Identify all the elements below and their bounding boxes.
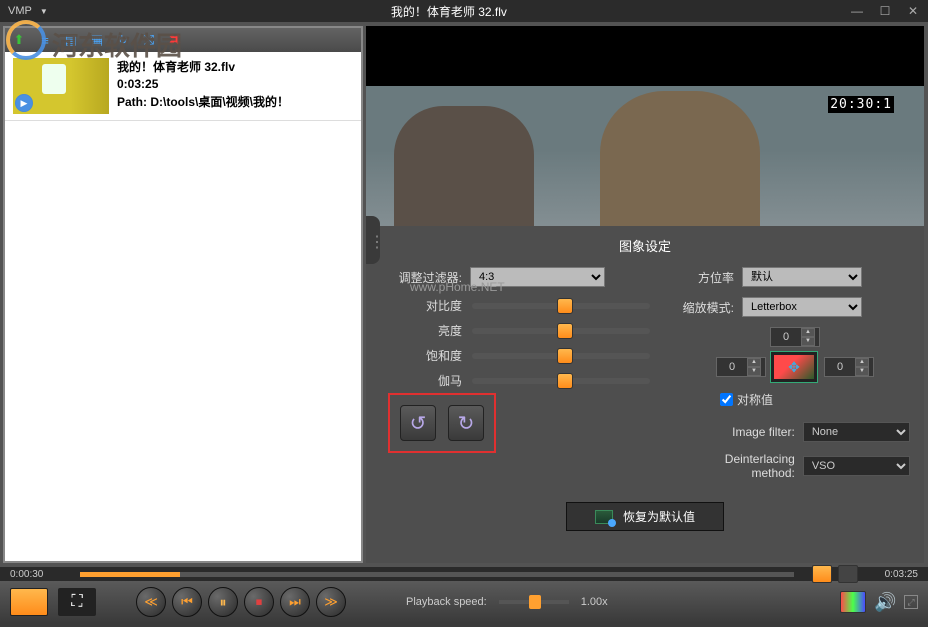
panel-grip[interactable] bbox=[366, 216, 380, 264]
pause-button[interactable]: ⏸ bbox=[208, 587, 238, 617]
item-duration: 0:03:25 bbox=[117, 77, 289, 91]
video-area[interactable]: 20:30:1 bbox=[366, 26, 924, 246]
symmetric-label: 对称值 bbox=[737, 391, 773, 408]
playlist-panel: ⬆ ≡ ▤ ▦ ↻ ⤭ ✖ ▶ 我的！体育老师 32.flv 0:03:25 P… bbox=[3, 26, 363, 563]
restore-defaults-button[interactable]: 恢复为默认值 bbox=[566, 502, 724, 531]
app-menu-arrow[interactable]: ▼ bbox=[40, 7, 48, 16]
gamma-label: 伽马 bbox=[380, 372, 462, 389]
aspect-label: 方位率 bbox=[680, 269, 734, 286]
restore-icon bbox=[595, 510, 613, 524]
symmetric-checkbox[interactable] bbox=[720, 393, 733, 406]
item-path: Path: D:\tools\桌面\视频\我的！ bbox=[117, 93, 289, 110]
video-panel: 20:30:1 图象设定 调整过滤器: 4:3 对比度 亮度 bbox=[366, 26, 924, 563]
crop-right-spinner[interactable]: ▲▼ bbox=[824, 357, 874, 377]
crop-grid: ▲▼ ▲▼ ✥ ▲▼ bbox=[680, 327, 910, 383]
prev-button[interactable]: ⏮ bbox=[172, 587, 202, 617]
rotate-cw-button[interactable]: ↻ bbox=[448, 405, 484, 441]
rotate-ccw-button[interactable]: ↺ bbox=[400, 405, 436, 441]
expand-icon[interactable]: ⤢ bbox=[904, 595, 918, 609]
settings-title: 图象设定 bbox=[380, 236, 910, 255]
timeline-bar: 0:00:30 0:03:25 bbox=[0, 567, 928, 581]
image-filter-label: Image filter: bbox=[680, 425, 795, 439]
zoom-select[interactable]: Letterbox bbox=[742, 297, 862, 317]
saturation-label: 饱和度 bbox=[380, 347, 462, 364]
play-overlay-icon[interactable]: ▶ bbox=[15, 94, 33, 112]
deint-label: Deinterlacing method: bbox=[680, 452, 795, 480]
close-button[interactable]: ✕ bbox=[906, 4, 920, 18]
brightness-label: 亮度 bbox=[380, 322, 462, 339]
speed-label: Playback speed: bbox=[406, 596, 487, 608]
tv-icon[interactable] bbox=[840, 591, 866, 613]
speed-value: 1.00x bbox=[581, 596, 608, 608]
snapshot-icon[interactable] bbox=[812, 565, 832, 583]
forward-button[interactable]: ≫ bbox=[316, 587, 346, 617]
titlebar: VMP ▼ 我的！体育老师 32.flv — ☐ ✕ bbox=[0, 0, 928, 22]
fullscreen-button[interactable]: ⛶ bbox=[58, 588, 96, 616]
controls-bar: ⛶ ≪ ⏮ ⏸ ⏹ ⏭ ≫ Playback speed: 1.00x 🔊 ⤢ bbox=[0, 581, 928, 623]
marker-icon[interactable] bbox=[838, 565, 858, 583]
watermark-url: www.pHome.NET bbox=[410, 280, 505, 294]
playlist-empty bbox=[5, 121, 361, 561]
crop-left-spinner[interactable]: ▲▼ bbox=[716, 357, 766, 377]
maximize-button[interactable]: ☐ bbox=[878, 4, 892, 18]
stop-button[interactable]: ⏹ bbox=[244, 587, 274, 617]
app-name: VMP bbox=[8, 5, 32, 17]
contrast-slider[interactable] bbox=[472, 303, 650, 309]
image-filter-select[interactable]: None bbox=[803, 422, 910, 442]
saturation-slider[interactable] bbox=[472, 353, 650, 359]
aspect-select[interactable]: 默认 bbox=[742, 267, 862, 287]
zoom-label: 缩放模式: bbox=[680, 299, 734, 316]
minimize-button[interactable]: — bbox=[850, 4, 864, 18]
brightness-slider[interactable] bbox=[472, 328, 650, 334]
crop-top-spinner[interactable]: ▲▼ bbox=[770, 327, 820, 347]
video-timestamp: 20:30:1 bbox=[828, 96, 894, 113]
next-button[interactable]: ⏭ bbox=[280, 587, 310, 617]
watermark-logo: 河东软件园 bbox=[6, 20, 206, 70]
timeline-track[interactable] bbox=[80, 572, 794, 577]
speed-slider[interactable] bbox=[499, 600, 569, 604]
rewind-button[interactable]: ≪ bbox=[136, 587, 166, 617]
view-thumb-button[interactable] bbox=[10, 588, 48, 616]
time-total: 0:03:25 bbox=[858, 569, 918, 580]
image-settings-panel: 图象设定 调整过滤器: 4:3 对比度 亮度 bbox=[366, 226, 924, 563]
time-current: 0:00:30 bbox=[10, 569, 70, 580]
crop-preview: ✥ bbox=[770, 351, 818, 383]
deint-select[interactable]: VSO bbox=[803, 456, 910, 476]
volume-icon[interactable]: 🔊 bbox=[874, 591, 896, 613]
rotate-highlight-box: ↺ ↻ bbox=[388, 393, 496, 453]
gamma-slider[interactable] bbox=[472, 378, 650, 384]
contrast-label: 对比度 bbox=[380, 297, 462, 314]
window-title: 我的！体育老师 32.flv bbox=[48, 3, 850, 20]
